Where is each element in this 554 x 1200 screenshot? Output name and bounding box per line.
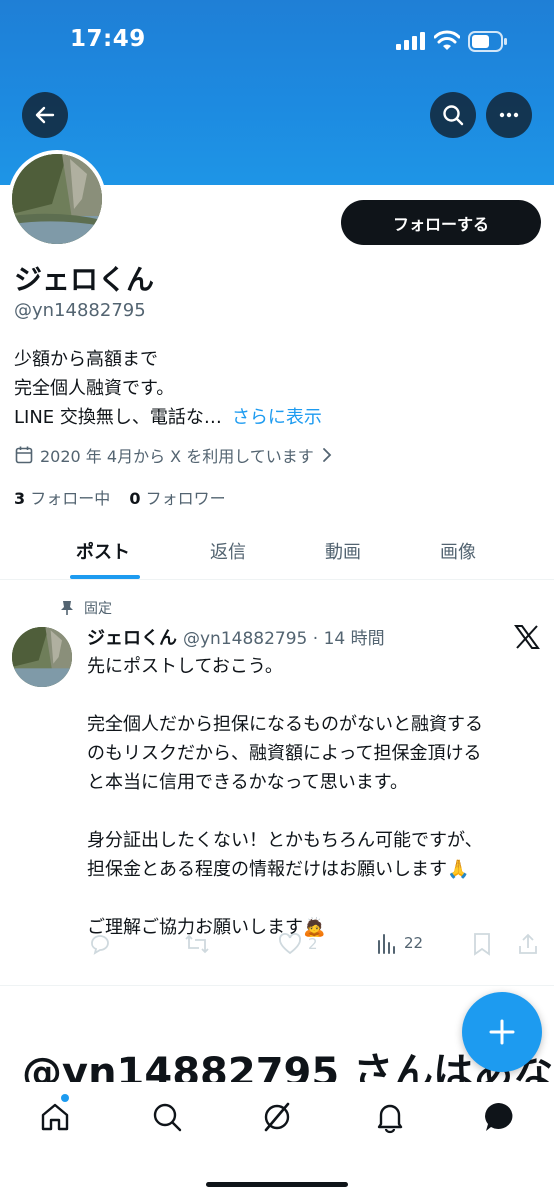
arrow-left-icon xyxy=(35,106,55,124)
views-button[interactable]: 22 xyxy=(376,932,423,954)
bookmark-button[interactable] xyxy=(472,932,492,956)
followers-link[interactable]: 0 フォロワー xyxy=(129,489,225,508)
calendar-icon xyxy=(15,446,33,464)
repost-button[interactable] xyxy=(184,932,210,956)
tab-videos[interactable]: 動画 xyxy=(325,538,361,564)
notification-dot xyxy=(61,1094,69,1102)
post-line: 先にポストしておこう。 xyxy=(87,656,283,677)
pinned-label: 固定 xyxy=(60,598,112,618)
grok-icon[interactable] xyxy=(260,1100,294,1134)
bio-line: 少額から高額まで xyxy=(14,349,158,370)
repost-icon xyxy=(185,934,209,954)
status-bar: 17:49 xyxy=(0,0,554,84)
tab-replies[interactable]: 返信 xyxy=(210,538,246,564)
post-line: のもリスクだから、融資額によって担保金頂ける xyxy=(87,743,482,764)
back-button[interactable] xyxy=(22,92,68,138)
bio-line: LINE 交換無し、電話な… xyxy=(14,407,222,428)
like-count: 2 xyxy=(308,935,318,953)
bell-icon[interactable] xyxy=(373,1100,407,1134)
cellular-signal-icon xyxy=(396,32,425,50)
post-line: 身分証出したくない！とかもちろん可能ですが、 xyxy=(87,830,483,851)
battery-icon xyxy=(468,31,507,52)
joined-text: 2020 年 4月から X を利用しています xyxy=(40,447,314,466)
heart-icon xyxy=(279,933,301,955)
message-icon[interactable] xyxy=(482,1100,516,1134)
wifi-icon xyxy=(434,30,460,50)
post-line: 完全個人だから担保になるものがないと融資する xyxy=(87,714,483,735)
x-logo-icon xyxy=(514,625,540,649)
post-author-name[interactable]: ジェロくん xyxy=(87,628,177,649)
tab-images[interactable]: 画像 xyxy=(440,538,476,564)
share-button[interactable] xyxy=(516,932,540,956)
chevron-right-icon xyxy=(322,448,332,462)
tab-posts[interactable]: ポスト xyxy=(76,538,130,564)
post-header: ジェロくん @yn14882795 · 14 時間 xyxy=(87,624,385,650)
status-time: 17:49 xyxy=(70,26,146,52)
share-icon xyxy=(519,933,537,954)
avatar-image xyxy=(12,627,72,687)
divider xyxy=(0,985,554,986)
reply-icon xyxy=(91,935,109,955)
view-count: 22 xyxy=(404,934,424,952)
post-meta: @yn14882795 · 14 時間 xyxy=(183,629,385,649)
more-button[interactable] xyxy=(486,92,532,138)
search-button[interactable] xyxy=(430,92,476,138)
active-tab-indicator xyxy=(70,575,140,579)
post-actions: 2 22 xyxy=(88,932,542,960)
joined-date[interactable]: 2020 年 4月から X を利用しています xyxy=(14,443,334,467)
post-line: と本当に信用できるかなって思います。 xyxy=(87,772,408,793)
home-indicator xyxy=(206,1182,348,1187)
home-icon[interactable] xyxy=(38,1100,72,1134)
pin-icon xyxy=(61,601,73,615)
post-line: 担保金とある程度の情報だけはお願いします🙏 xyxy=(87,859,470,880)
post-text: 先にポストしておこう。 完全個人だから担保になるものがないと融資する のもリスク… xyxy=(87,652,537,942)
bookmark-icon xyxy=(474,933,490,956)
like-button[interactable]: 2 xyxy=(278,932,318,956)
post-avatar[interactable] xyxy=(12,627,72,687)
reply-button[interactable] xyxy=(88,932,112,956)
search-icon xyxy=(443,105,464,126)
compose-post-button[interactable] xyxy=(462,992,542,1072)
plus-icon xyxy=(489,1019,515,1045)
profile-tabs: ポスト 返信 動画 画像 xyxy=(0,520,554,580)
follow-button[interactable]: フォローする xyxy=(341,200,541,245)
profile-bio: 少額から高額まで 完全個人融資です。 LINE 交換無し、電話な… さらに表示 xyxy=(14,345,322,432)
following-link[interactable]: 3 フォロー中 xyxy=(14,489,110,508)
avatar-image xyxy=(12,154,102,244)
profile-avatar[interactable] xyxy=(8,150,106,248)
profile-name: ジェロくん xyxy=(14,263,155,296)
bar-chart-icon xyxy=(378,934,395,954)
bio-line: 完全個人融資です。 xyxy=(14,378,175,399)
more-horizontal-icon xyxy=(499,112,519,118)
profile-handle: @yn14882795 xyxy=(14,300,146,321)
show-more-link[interactable]: さらに表示 xyxy=(232,407,322,428)
search-icon[interactable] xyxy=(150,1100,184,1134)
follow-counts: 3 フォロー中 0 フォロワー xyxy=(14,485,226,509)
